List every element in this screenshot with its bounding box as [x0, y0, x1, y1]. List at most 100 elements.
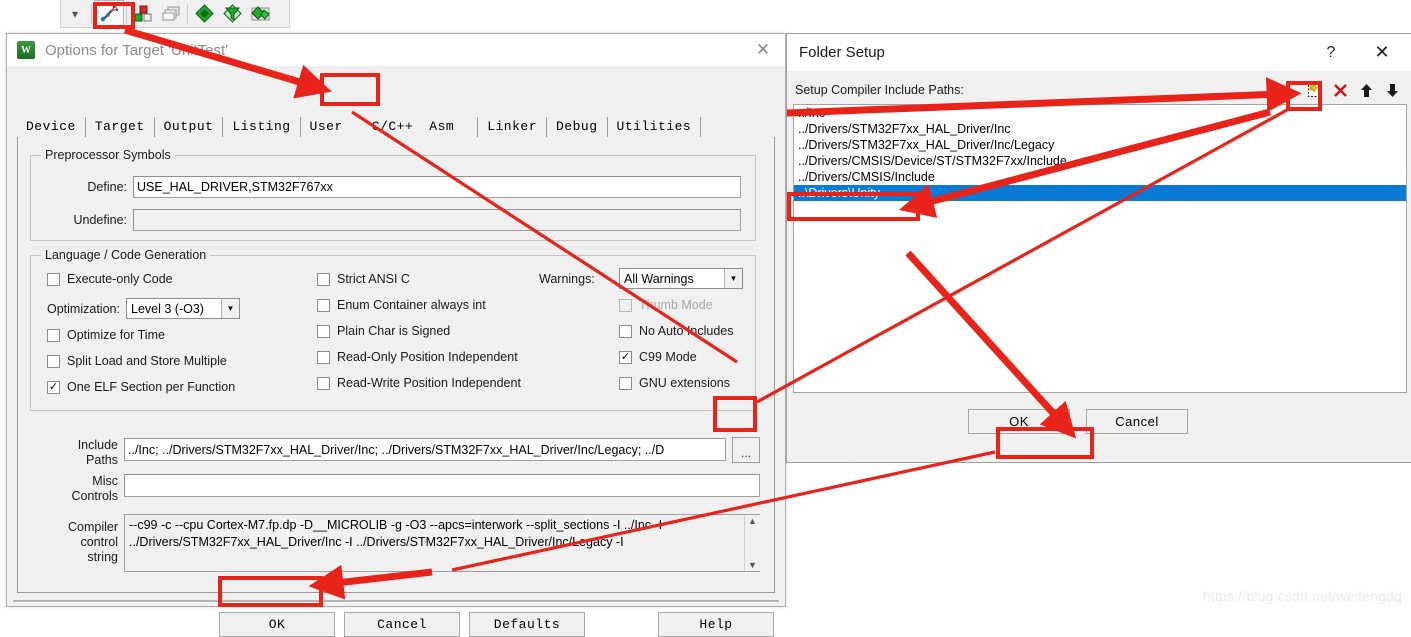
options-help-button[interactable]: Help	[658, 612, 774, 637]
checkbox-box	[619, 324, 632, 338]
checkbox-strict-ansi-c[interactable]: Strict ANSI C	[317, 272, 410, 286]
list-item[interactable]: ../Drivers/STM32F7xx_HAL_Driver/Inc/Lega…	[794, 137, 1406, 153]
misc-controls-input[interactable]	[124, 474, 760, 497]
tab-device[interactable]: Device	[17, 117, 86, 137]
chevron-down-icon[interactable]: ▼	[724, 269, 742, 288]
tab-debug[interactable]: Debug	[546, 117, 607, 137]
setup-compiler-include-paths-label: Setup Compiler Include Paths:	[795, 83, 964, 97]
checkbox-box	[619, 376, 632, 390]
tab-user[interactable]: User	[301, 117, 352, 137]
tab-listing[interactable]: Listing	[223, 117, 301, 137]
list-item[interactable]: ../Drivers/CMSIS/Include	[794, 169, 1406, 185]
folder-setup-cancel-button[interactable]: Cancel	[1086, 409, 1188, 434]
checkbox-box: ✓	[619, 350, 632, 364]
application-toolbar: ▾	[0, 0, 1411, 30]
checkbox-box	[317, 298, 330, 312]
keil-icon-glyph: W	[21, 44, 31, 56]
options-cancel-button[interactable]: Cancel	[344, 612, 460, 637]
optimization-select[interactable]: Level 3 (-O3) ▼	[126, 298, 240, 319]
chevron-down-icon[interactable]: ▼	[221, 299, 239, 318]
red-x-svg	[1333, 83, 1347, 97]
compiler-control-string-textarea[interactable]: --c99 -c --cpu Cortex-M7.fp.dp -D__MICRO…	[124, 514, 760, 572]
options-defaults-button[interactable]: Defaults	[469, 612, 585, 637]
include-paths-label-line1: Include	[77, 438, 118, 452]
options-tab-bar: Device Target Output Listing User C/C++ …	[17, 113, 702, 137]
warnings-value: All Warnings	[624, 271, 694, 286]
checkbox-c99-mode[interactable]: ✓ C99 Mode	[619, 350, 697, 364]
checkbox-read-write-position-independent[interactable]: Read-Write Position Independent	[317, 376, 521, 390]
optimization-value: Level 3 (-O3)	[131, 301, 204, 316]
misc-controls-label-line1: Misc	[92, 474, 118, 488]
annotation-highlight-cpp-tab	[320, 73, 380, 106]
checkbox-read-only-position-independent[interactable]: Read-Only Position Independent	[317, 350, 518, 364]
multi-project-icon[interactable]	[157, 1, 185, 26]
checkbox-box	[317, 272, 330, 286]
compiler-control-label-line1: Compiler	[67, 520, 118, 534]
checkbox-label: Optimize for Time	[67, 328, 165, 342]
preprocessor-symbols-group: Preprocessor Symbols Define: USE_HAL_DRI…	[30, 148, 756, 241]
tab-c-cpp[interactable]: C/C++	[360, 117, 426, 137]
pack-green-folder-icon[interactable]	[246, 1, 274, 26]
define-input[interactable]: USE_HAL_DRIVER,STM32F767xx	[133, 176, 741, 198]
checkbox-box: ✓	[47, 380, 60, 394]
help-icon[interactable]: ?	[1311, 34, 1351, 71]
checkbox-box	[317, 376, 330, 390]
tab-linker[interactable]: Linker	[477, 117, 546, 137]
scroll-up-icon[interactable]: ▲	[748, 515, 757, 527]
close-icon[interactable]: ✕	[741, 34, 785, 66]
undefine-input[interactable]	[133, 209, 741, 231]
checkbox-gnu-extensions[interactable]: GNU extensions	[619, 376, 730, 390]
checkbox-label: One ELF Section per Function	[67, 380, 236, 394]
checkbox-one-elf-section-per-function[interactable]: ✓ One ELF Section per Function	[47, 380, 235, 394]
move-down-icon[interactable]	[1379, 78, 1405, 102]
warnings-label: Warnings:	[539, 272, 595, 286]
scroll-down-icon[interactable]: ▼	[748, 559, 757, 571]
tab-utilities[interactable]: Utilities	[606, 117, 702, 137]
checkbox-enum-container-always-int[interactable]: Enum Container always int	[317, 298, 486, 312]
arrow-up-svg	[1360, 83, 1372, 97]
preprocessor-symbols-label: Preprocessor Symbols	[41, 148, 175, 162]
checkbox-plain-char-is-signed[interactable]: Plain Char is Signed	[317, 324, 450, 338]
toolbar-separator	[187, 3, 188, 24]
chevron-down-icon[interactable]: ▾	[61, 1, 89, 26]
include-paths-list[interactable]: ../Inc ../Drivers/STM32F7xx_HAL_Driver/I…	[793, 104, 1407, 393]
tab-output[interactable]: Output	[155, 117, 224, 137]
folder-setup-title: Folder Setup	[799, 44, 885, 61]
checkbox-label: Enum Container always int	[337, 298, 486, 312]
delete-path-icon[interactable]	[1327, 78, 1353, 102]
blocks-svg	[134, 5, 151, 22]
annotation-highlight-selected-path	[787, 192, 920, 221]
tab-asm[interactable]: Asm	[425, 117, 463, 137]
checkbox-label: GNU extensions	[639, 376, 731, 390]
optimization-label: Optimization:	[47, 302, 120, 316]
compiler-control-line-1: --c99 -c --cpu Cortex-M7.fp.dp -D__MICRO…	[129, 518, 663, 532]
warnings-select[interactable]: All Warnings ▼	[619, 268, 743, 289]
annotation-highlight-folder-ok	[996, 427, 1094, 459]
checkbox-box	[619, 298, 632, 312]
misc-controls-label-line2: Controls	[71, 489, 118, 503]
checkbox-execute-only-code[interactable]: Execute-only Code	[47, 272, 173, 286]
checkbox-no-auto-includes[interactable]: No Auto Includes	[619, 324, 734, 338]
checkbox-box	[47, 328, 60, 342]
manage-run-time-environment-icon[interactable]	[218, 1, 246, 26]
arrow-down-svg	[1386, 83, 1398, 97]
options-ok-button[interactable]: OK	[219, 612, 335, 637]
move-up-icon[interactable]	[1353, 78, 1379, 102]
include-paths-browse-button[interactable]: ...	[732, 437, 760, 463]
toolbar-separator	[91, 3, 92, 24]
include-paths-input[interactable]: ../Inc; ../Drivers/STM32F7xx_HAL_Driver/…	[124, 438, 726, 461]
list-item[interactable]: ../Drivers/CMSIS/Device/ST/STM32F7xx/Inc…	[794, 153, 1406, 169]
checkbox-split-load-and-store-multiple[interactable]: Split Load and Store Multiple	[47, 354, 227, 368]
pack-installer-green-icon[interactable]	[190, 1, 218, 26]
options-for-target-dialog: W Options for Target 'UnitTest' ✕ Device…	[6, 33, 786, 637]
list-item[interactable]: ../Drivers/STM32F7xx_HAL_Driver/Inc	[794, 121, 1406, 137]
compiler-control-label-line2: control	[80, 535, 118, 549]
compiler-control-label-line3: string	[87, 550, 118, 564]
checkbox-label: Execute-only Code	[67, 272, 173, 286]
checkbox-box	[47, 272, 60, 286]
compiler-control-scrollbar[interactable]: ▲ ▼	[744, 515, 760, 571]
close-icon[interactable]: ✕	[1359, 34, 1405, 71]
options-dialog-titlebar: W Options for Target 'UnitTest' ✕	[7, 34, 785, 66]
tab-target[interactable]: Target	[86, 117, 155, 137]
checkbox-optimize-for-time[interactable]: Optimize for Time	[47, 328, 165, 342]
